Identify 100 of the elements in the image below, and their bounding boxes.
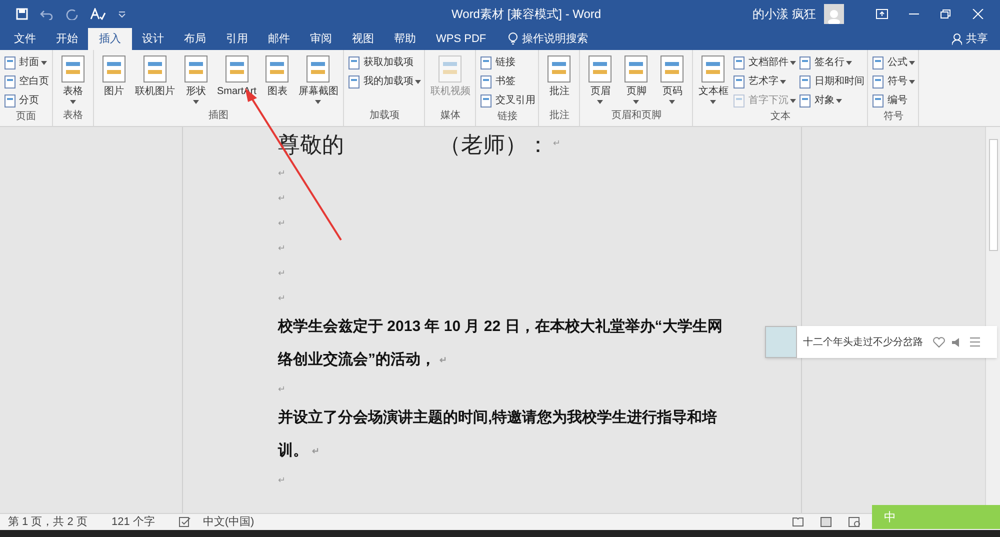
ribbon-button[interactable]: 获取加载项	[347, 54, 422, 71]
proofing-icon	[178, 517, 191, 527]
person-icon	[952, 33, 962, 45]
ribbon-tab[interactable]: 帮助	[384, 28, 426, 50]
caret-icon	[780, 80, 786, 84]
ribbon-button[interactable]: 空白页	[3, 73, 49, 90]
paragraph-mark: ↵	[278, 474, 286, 487]
caret-icon	[70, 100, 76, 104]
lightbulb-icon	[508, 32, 518, 46]
ribbon-button[interactable]: 图表	[260, 54, 294, 108]
ribbon-button[interactable]: 文档部件	[732, 54, 796, 71]
paragraph-mark: ↵	[278, 382, 286, 396]
search-field[interactable]: 操作说明搜索	[522, 30, 632, 48]
caret-icon	[315, 100, 322, 104]
ribbon-button[interactable]: 图片	[97, 54, 131, 108]
paragraph-line: 并设立了分会场演讲主题的时间,特邀请您为我校学生进行指导和培	[278, 408, 718, 428]
paragraph-mark: ↵	[278, 192, 286, 205]
ribbon-button[interactable]: 封面	[3, 54, 49, 71]
document-icon	[732, 74, 746, 88]
paragraph-line: 训。	[278, 441, 308, 462]
ribbon-button[interactable]: 页脚	[619, 54, 654, 108]
caret-icon	[710, 100, 716, 104]
ribbon-tab[interactable]: 布局	[174, 28, 216, 50]
ribbon-button[interactable]: 批注	[542, 54, 576, 108]
document-icon	[3, 74, 17, 88]
paragraph-mark: ↵	[278, 266, 286, 280]
ribbon-button[interactable]: 联机图片	[133, 54, 177, 108]
language-indicator[interactable]: 中文(中国)	[202, 514, 254, 530]
ribbon-tab[interactable]: 插入	[88, 28, 132, 50]
ribbon-tab[interactable]: 文件	[4, 28, 46, 50]
caret-icon	[193, 100, 199, 104]
document-icon	[732, 56, 746, 70]
ribbon-tab[interactable]: 审阅	[300, 28, 342, 50]
paragraph-mark: ↵	[440, 354, 448, 367]
caret-icon	[790, 98, 796, 102]
document-icon	[798, 74, 812, 88]
ribbon-button[interactable]: 我的加载项	[347, 73, 422, 90]
caret-icon	[836, 98, 842, 102]
ribbon-group-label: 链接	[496, 110, 518, 124]
caret-icon	[909, 80, 916, 84]
share-button[interactable]: 共享	[952, 28, 1000, 50]
document-icon	[479, 74, 494, 88]
document-icon	[871, 56, 886, 70]
ribbon-button[interactable]: 公式	[871, 54, 916, 71]
ribbon-button[interactable]: 表格	[56, 54, 90, 108]
ribbon-button[interactable]: 编号	[871, 92, 916, 109]
ribbon-group-label: 媒体	[439, 109, 462, 123]
ribbon-group-label: 批注	[548, 108, 570, 123]
ribbon-tab[interactable]: 开始	[46, 28, 88, 50]
document-icon	[3, 94, 17, 108]
ribbon-tab[interactable]: 引用	[216, 28, 258, 50]
ribbon-tab[interactable]: WPS PDF	[426, 28, 496, 50]
redo-icon	[66, 8, 78, 20]
document-icon	[479, 56, 494, 70]
caret-icon	[909, 60, 916, 64]
paragraph-line: 络创业交流会”的活动，	[278, 350, 436, 370]
ribbon-group-label: 表格	[62, 108, 84, 123]
caret-icon	[415, 80, 422, 84]
heart-icon	[933, 336, 945, 348]
ribbon-button[interactable]: 艺术字	[732, 73, 796, 90]
word-count[interactable]: 121 个字	[111, 514, 155, 530]
ribbon-button[interactable]: 签名行	[798, 54, 864, 71]
ribbon-button[interactable]: 文本框	[696, 54, 730, 108]
ribbon-tab[interactable]: 邮件	[258, 28, 300, 50]
ribbon-button[interactable]: 页眉	[583, 54, 618, 108]
window-title: Word素材 [兼容模式] - Word	[450, 6, 602, 23]
read-mode-icon	[792, 517, 804, 527]
caret-icon	[790, 60, 796, 64]
ribbon-group-label: 页面	[15, 110, 37, 124]
ribbon-button[interactable]: 链接	[479, 54, 536, 71]
caret-icon	[597, 100, 604, 104]
ribbon-group-label: 文本	[769, 110, 792, 124]
ribbon-tab[interactable]: 视图	[342, 28, 384, 50]
ribbon-tab[interactable]: 设计	[132, 28, 174, 50]
paragraph-line: 校学生会兹定于 2013 年 10 月 22 日，在本校大礼堂举办“大学生网	[278, 317, 722, 338]
paragraph-mark: ↵	[278, 292, 286, 305]
document-icon	[798, 56, 812, 70]
ribbon-button[interactable]: 书签	[479, 73, 536, 90]
heading-text: （老师）：	[439, 130, 549, 158]
ribbon-button[interactable]: 日期和时间	[798, 73, 864, 90]
ribbon-button[interactable]: 对象	[798, 92, 864, 109]
ribbon-button[interactable]: 屏幕截图	[296, 54, 340, 108]
document-icon	[3, 56, 17, 70]
page-count[interactable]: 第 1 页，共 2 页	[8, 514, 88, 530]
document-icon	[732, 94, 746, 108]
paragraph-mark: ↵	[278, 216, 286, 230]
ribbon-button[interactable]: 符号	[871, 73, 916, 90]
document-icon	[347, 74, 362, 88]
text-format-icon	[90, 8, 106, 20]
document-icon	[479, 94, 494, 108]
ribbon-button[interactable]: 分页	[3, 92, 49, 109]
caret-icon	[669, 100, 676, 104]
ribbon-button[interactable]: 交叉引用	[479, 92, 536, 109]
caret-icon	[41, 60, 47, 64]
document-icon	[347, 56, 362, 70]
song-title: 十二个年头走过不少分岔路	[803, 336, 923, 350]
ribbon-button[interactable]: 形状	[179, 54, 213, 108]
undo-icon	[40, 8, 54, 20]
restore-icon	[940, 9, 952, 19]
ribbon-button[interactable]: 页码	[655, 54, 690, 108]
